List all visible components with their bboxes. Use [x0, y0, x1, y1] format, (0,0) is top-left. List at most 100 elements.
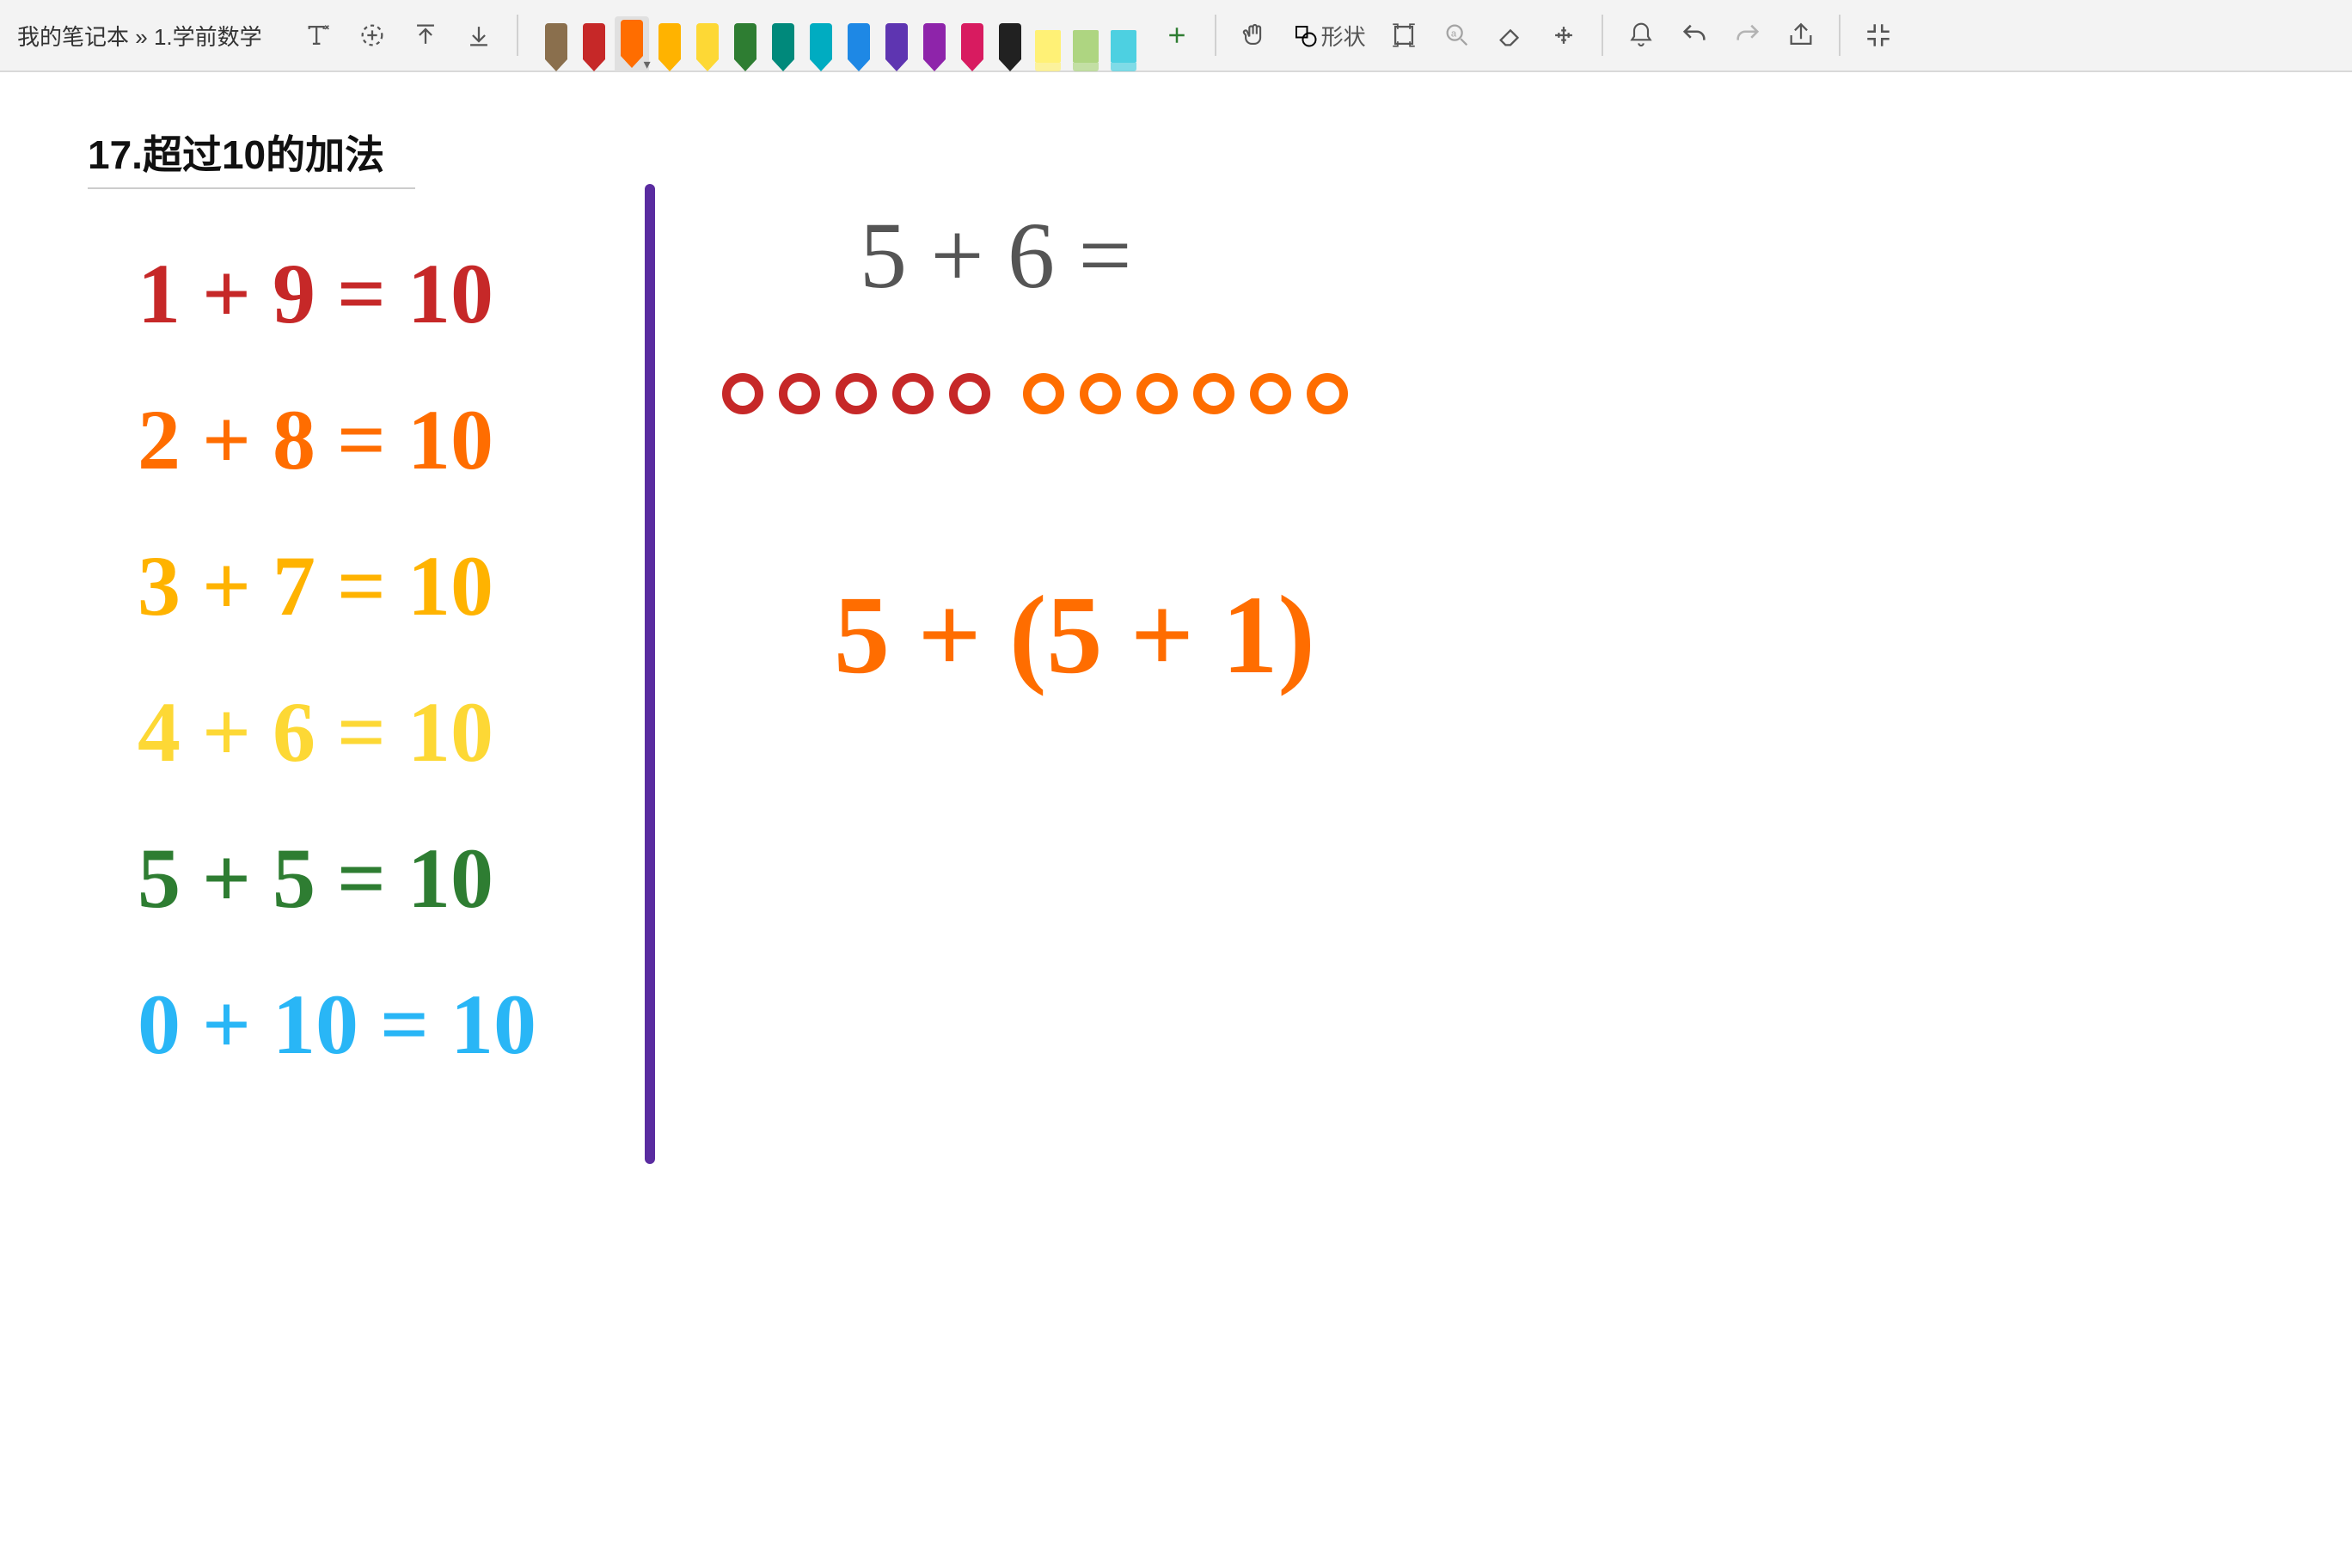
pen-body	[583, 23, 605, 59]
hand-tool-button[interactable]	[1232, 13, 1277, 58]
add-pen-button[interactable]	[1155, 13, 1199, 58]
share-button[interactable]	[1779, 13, 1823, 58]
counting-circle	[1193, 373, 1234, 414]
highlighter-13[interactable]	[1031, 16, 1065, 71]
svg-text:a: a	[1451, 28, 1457, 39]
eraser-button[interactable]	[1488, 13, 1533, 58]
pen-tip	[583, 59, 605, 71]
breadcrumb-page[interactable]: 1.学前数学	[154, 24, 262, 50]
pen-3[interactable]	[652, 16, 687, 71]
pen-tip	[1111, 63, 1136, 71]
pen-body	[999, 23, 1021, 59]
page-title: 17.超过10的加法	[88, 124, 415, 189]
handwritten-equation-3: 4 + 6 = 10	[138, 683, 493, 781]
notifications-button[interactable]	[1619, 13, 1663, 58]
counting-circle	[1023, 373, 1064, 414]
pen-body	[1073, 30, 1099, 63]
pen-body	[885, 23, 908, 59]
text-recognition-button[interactable]: a	[1435, 13, 1479, 58]
counting-circle	[1307, 373, 1348, 414]
counting-circle	[779, 373, 820, 414]
toolbar-separator	[1215, 15, 1216, 56]
pen-7[interactable]	[804, 16, 838, 71]
pen-body	[772, 23, 794, 59]
redo-button[interactable]	[1725, 13, 1770, 58]
pen-tip	[696, 59, 719, 71]
pen-tip	[810, 59, 832, 71]
pen-tip	[923, 59, 946, 71]
fullscreen-collapse-button[interactable]	[1856, 13, 1901, 58]
highlighter-14[interactable]	[1069, 16, 1103, 71]
text-tool-button[interactable]	[297, 13, 341, 58]
pen-body	[1111, 30, 1136, 63]
ruler-button[interactable]	[1541, 13, 1586, 58]
pen-11[interactable]	[955, 16, 989, 71]
pen-9[interactable]	[879, 16, 914, 71]
counting-circle	[722, 373, 763, 414]
handwritten-problem: 5 + 6 =	[860, 201, 1132, 310]
pen-5[interactable]	[728, 16, 763, 71]
breadcrumb-notebook[interactable]: 我的笔记本	[17, 24, 129, 50]
counting-circles-group-a	[722, 373, 990, 414]
pen-tip	[961, 59, 983, 71]
highlighter-15[interactable]	[1106, 16, 1141, 71]
counting-circle	[1250, 373, 1291, 414]
handwritten-equation-2: 3 + 7 = 10	[138, 536, 493, 635]
lasso-tool-button[interactable]	[350, 13, 395, 58]
pen-tip	[885, 59, 908, 71]
pen-1[interactable]	[577, 16, 611, 71]
pen-6[interactable]	[766, 16, 800, 71]
pen-tip	[658, 59, 681, 71]
handwritten-equation-0: 1 + 9 = 10	[138, 244, 493, 343]
handwritten-equation-4: 5 + 5 = 10	[138, 829, 493, 928]
shape-tool-button[interactable]: 形状	[1285, 13, 1373, 58]
toolbar-separator	[517, 15, 518, 56]
pen-body	[696, 23, 719, 59]
transform-tool-button[interactable]	[1381, 13, 1426, 58]
pen-body	[923, 23, 946, 59]
toolbar-separator	[1839, 15, 1841, 56]
counting-circle	[892, 373, 934, 414]
note-canvas[interactable]: 17.超过10的加法 1 + 9 = 10 2 + 8 = 10 3 + 7 = 1…	[0, 72, 2352, 1568]
undo-button[interactable]	[1672, 13, 1717, 58]
counting-circles-group-b	[1023, 373, 1348, 414]
pen-palette: ▾	[539, 0, 1141, 71]
counting-circle	[836, 373, 877, 414]
toolbar: 我的笔记本 » 1.学前数学 ▾ 形状 a	[0, 0, 2352, 72]
pen-0[interactable]	[539, 16, 573, 71]
pen-body	[658, 23, 681, 59]
pen-tip	[1073, 63, 1099, 71]
breadcrumb-sep: »	[135, 24, 147, 50]
insert-above-button[interactable]	[403, 13, 448, 58]
handwritten-equation-5: 0 + 10 = 10	[138, 975, 536, 1074]
pen-tip	[1035, 63, 1061, 71]
handwritten-decomposition: 5 + (5 + 1)	[834, 571, 1315, 700]
counting-circle	[1136, 373, 1178, 414]
pen-8[interactable]	[842, 16, 876, 71]
pen-body	[545, 23, 567, 59]
pen-10[interactable]	[917, 16, 952, 71]
pen-body	[1035, 30, 1061, 63]
pen-4[interactable]	[690, 16, 725, 71]
shape-tool-label: 形状	[1321, 20, 1366, 52]
pen-body	[810, 23, 832, 59]
toolbar-separator	[1602, 15, 1603, 56]
pen-tip	[772, 59, 794, 71]
pen-12[interactable]	[993, 16, 1027, 71]
pen-2[interactable]: ▾	[615, 16, 649, 71]
breadcrumb[interactable]: 我的笔记本 » 1.学前数学	[17, 20, 262, 52]
pen-body	[734, 23, 756, 59]
pen-tip	[848, 59, 870, 71]
pen-tip	[734, 59, 756, 71]
handwritten-divider	[645, 184, 655, 1164]
pen-body	[621, 20, 643, 56]
pen-body	[848, 23, 870, 59]
pen-tip	[621, 56, 643, 68]
handwritten-equation-1: 2 + 8 = 10	[138, 390, 493, 489]
counting-circle	[949, 373, 990, 414]
pen-tip	[545, 59, 567, 71]
chevron-down-icon[interactable]: ▾	[644, 56, 651, 73]
counting-circle	[1080, 373, 1121, 414]
insert-below-button[interactable]	[456, 13, 501, 58]
pen-body	[961, 23, 983, 59]
